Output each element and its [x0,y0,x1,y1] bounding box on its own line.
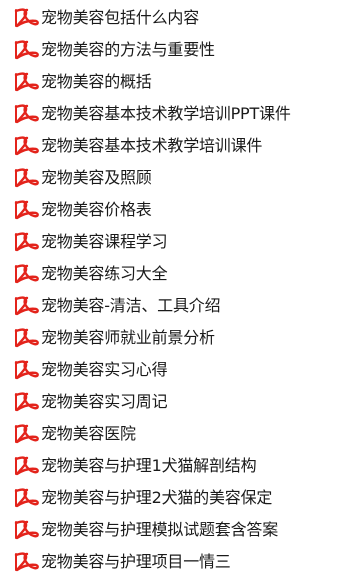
file-item[interactable]: 宠物美容基本技术教学培训课件 [0,130,342,162]
file-item[interactable]: 宠物美容价格表 [0,194,342,226]
pdf-file-icon [14,456,39,476]
pdf-file-icon [14,296,39,316]
pdf-file-icon [14,72,39,92]
file-name: 宠物美容基本技术教学培训PPT课件 [41,104,291,123]
file-name: 宠物美容课程学习 [41,232,168,251]
file-item[interactable]: 宠物美容与护理2犬猫的美容保定 [0,482,342,514]
file-list: 宠物美容包括什么内容 宠物美容的方法与重要性 宠物美容的概括 宠物美容基本技术教… [0,2,342,578]
file-name: 宠物美容与护理2犬猫的美容保定 [41,488,273,507]
pdf-file-icon [14,104,39,124]
pdf-file-icon [14,328,39,348]
pdf-file-icon [14,232,39,252]
file-item[interactable]: 宠物美容课程学习 [0,226,342,258]
file-item[interactable]: 宠物美容与护理项目一情三 [0,546,342,578]
file-name: 宠物美容包括什么内容 [41,8,200,27]
file-name: 宠物美容价格表 [41,200,152,219]
pdf-file-icon [14,136,39,156]
pdf-file-icon [14,424,39,444]
file-name: 宠物美容基本技术教学培训课件 [41,136,263,155]
pdf-file-icon [14,360,39,380]
file-item[interactable]: 宠物美容基本技术教学培训PPT课件 [0,98,342,130]
file-item[interactable]: 宠物美容医院 [0,418,342,450]
file-name: 宠物美容医院 [41,424,136,443]
pdf-file-icon [14,264,39,284]
file-name: 宠物美容及照顾 [41,168,152,187]
file-name: 宠物美容练习大全 [41,264,168,283]
file-name: 宠物美容的方法与重要性 [41,40,215,59]
file-item[interactable]: 宠物美容-清洁、工具介绍 [0,290,342,322]
file-name: 宠物美容与护理模拟试题套含答案 [41,520,279,539]
file-name: 宠物美容-清洁、工具介绍 [41,296,221,315]
file-item[interactable]: 宠物美容练习大全 [0,258,342,290]
file-item[interactable]: 宠物美容实习周记 [0,386,342,418]
file-name: 宠物美容与护理项目一情三 [41,552,231,571]
file-item[interactable]: 宠物美容包括什么内容 [0,2,342,34]
file-item[interactable]: 宠物美容及照顾 [0,162,342,194]
file-item[interactable]: 宠物美容的方法与重要性 [0,34,342,66]
file-item[interactable]: 宠物美容与护理1犬猫解剖结构 [0,450,342,482]
file-name: 宠物美容的概括 [41,72,152,91]
pdf-file-icon [14,168,39,188]
file-name: 宠物美容实习心得 [41,360,168,379]
pdf-file-icon [14,392,39,412]
file-item[interactable]: 宠物美容与护理模拟试题套含答案 [0,514,342,546]
file-item[interactable]: 宠物美容的概括 [0,66,342,98]
pdf-file-icon [14,40,39,60]
pdf-file-icon [14,200,39,220]
file-item[interactable]: 宠物美容实习心得 [0,354,342,386]
file-name: 宠物美容师就业前景分析 [41,328,215,347]
pdf-file-icon [14,8,39,28]
file-name: 宠物美容与护理1犬猫解剖结构 [41,456,257,475]
file-item[interactable]: 宠物美容师就业前景分析 [0,322,342,354]
file-name: 宠物美容实习周记 [41,392,168,411]
pdf-file-icon [14,552,39,572]
pdf-file-icon [14,488,39,508]
pdf-file-icon [14,520,39,540]
